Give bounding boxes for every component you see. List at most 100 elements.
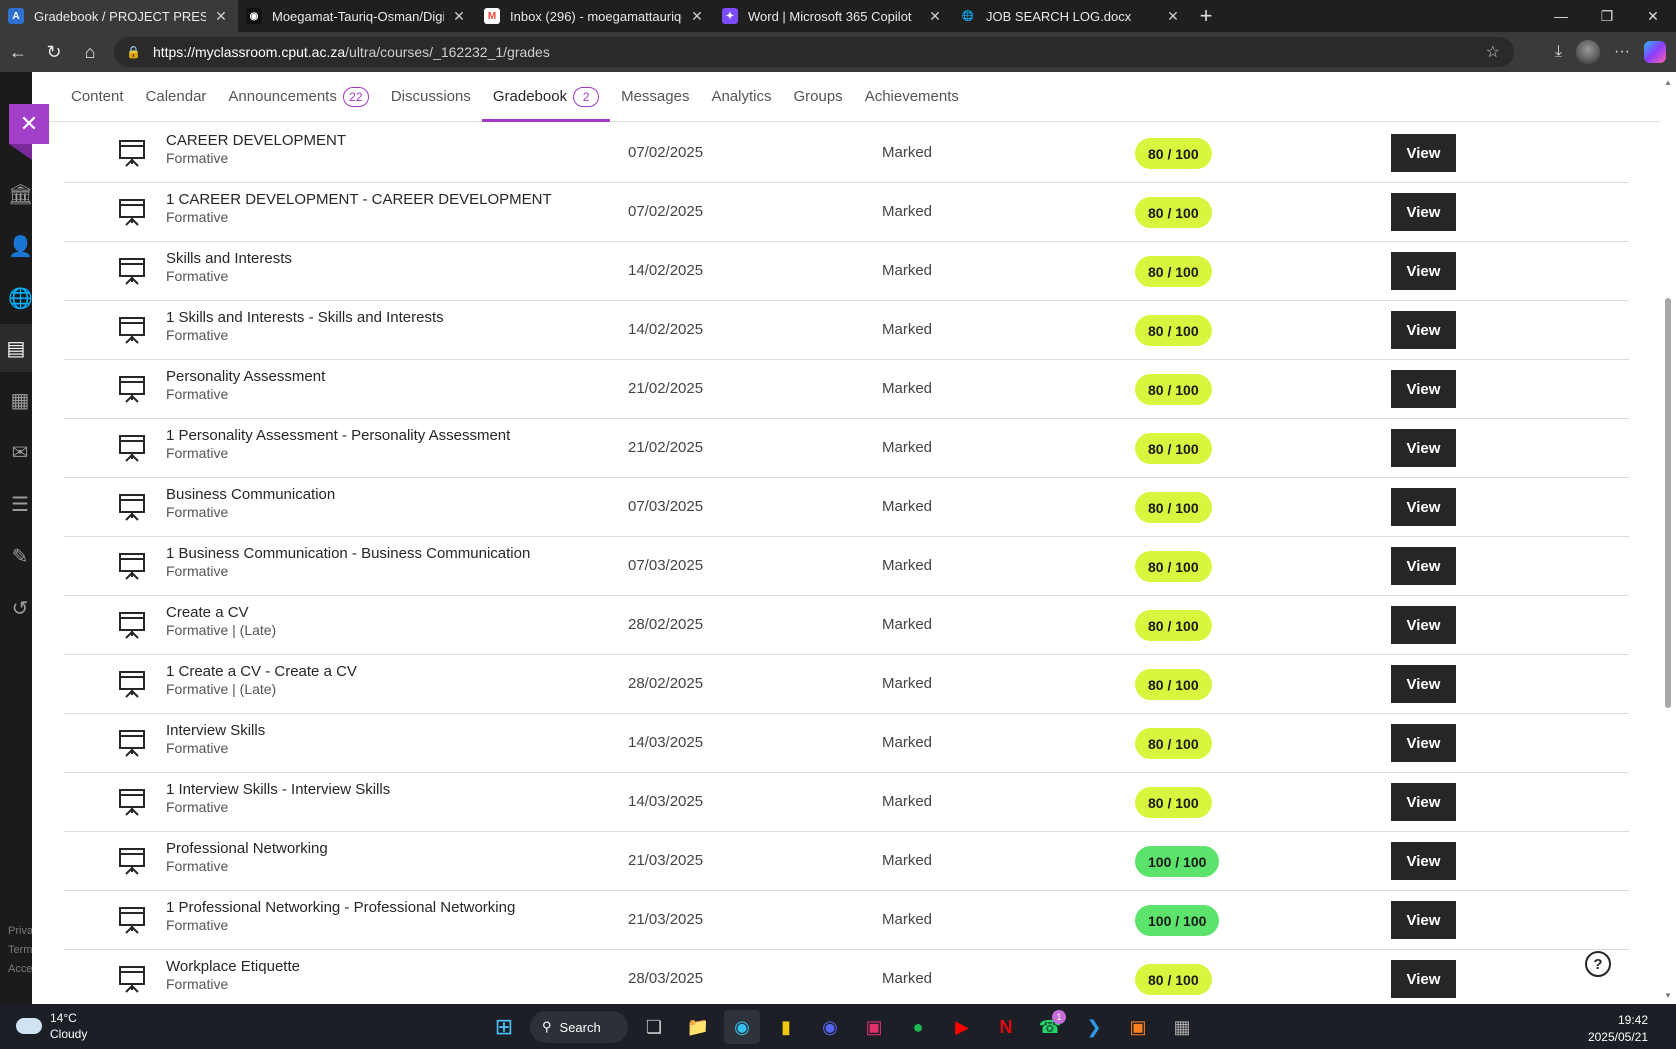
- grades-icon[interactable]: ☰: [8, 492, 32, 517]
- browser-tab[interactable]: ◉ Moegamat-Tauriq-Osman/Digitall ✕: [238, 0, 476, 32]
- close-tab-icon[interactable]: ✕: [688, 8, 706, 25]
- profile-icon[interactable]: 👤: [8, 234, 33, 259]
- tools-icon[interactable]: ✎: [8, 544, 32, 569]
- assessment-name[interactable]: 1 Personality Assessment - Personality A…: [166, 427, 510, 444]
- vscode-icon[interactable]: ❯: [1076, 1010, 1112, 1044]
- browser-tab[interactable]: 🌐 JOB SEARCH LOG.docx ✕: [952, 0, 1190, 32]
- tab-messages[interactable]: Messages: [610, 72, 700, 121]
- favorite-star-icon[interactable]: ☆: [1486, 42, 1500, 62]
- close-tab-icon[interactable]: ✕: [212, 8, 230, 25]
- close-tab-icon[interactable]: ✕: [1164, 8, 1182, 25]
- view-button[interactable]: View: [1391, 724, 1456, 762]
- courses-icon[interactable]: ▤: [0, 324, 32, 372]
- tab-discussions[interactable]: Discussions: [380, 72, 482, 121]
- restore-icon[interactable]: ❐: [1584, 0, 1630, 32]
- institution-icon[interactable]: 🏛: [8, 182, 33, 207]
- assessment-name[interactable]: Professional Networking: [166, 840, 328, 857]
- close-tab-icon[interactable]: ✕: [926, 8, 944, 25]
- sign-out-icon[interactable]: ↺: [8, 596, 32, 621]
- view-button[interactable]: View: [1391, 665, 1456, 703]
- view-button[interactable]: View: [1391, 606, 1456, 644]
- view-button[interactable]: View: [1391, 429, 1456, 467]
- assessment-name[interactable]: 1 Interview Skills - Interview Skills: [166, 781, 390, 798]
- edge-browser-icon[interactable]: ◉: [724, 1010, 760, 1044]
- close-tab-icon[interactable]: ✕: [450, 8, 468, 25]
- presentation-icon: [118, 433, 146, 463]
- discord-icon[interactable]: ◉: [812, 1010, 848, 1044]
- weather-widget[interactable]: 14°C Cloudy: [16, 1010, 87, 1042]
- globe-icon[interactable]: 🌐: [8, 286, 33, 311]
- whatsapp-icon[interactable]: ☎ 1: [1032, 1010, 1068, 1044]
- tab-analytics[interactable]: Analytics: [700, 72, 782, 121]
- rail-footer-link[interactable]: Priva: [8, 922, 33, 941]
- copilot-icon[interactable]: [1644, 41, 1666, 63]
- assessment-name[interactable]: Interview Skills: [166, 722, 265, 739]
- browser-tab[interactable]: A Gradebook / PROJECT PRESENTATI ✕: [0, 0, 238, 32]
- view-button[interactable]: View: [1391, 134, 1456, 172]
- browser-tab[interactable]: M Inbox (296) - moegamattauriqosm ✕: [476, 0, 714, 32]
- assessment-name[interactable]: 1 Create a CV - Create a CV: [166, 663, 357, 680]
- presentation-icon: [118, 197, 146, 227]
- view-button[interactable]: View: [1391, 311, 1456, 349]
- task-view-icon[interactable]: ❏: [636, 1010, 672, 1044]
- taskbar-search[interactable]: ⚲ Search: [530, 1011, 628, 1043]
- minimize-icon[interactable]: —: [1538, 0, 1584, 32]
- power-bi-icon[interactable]: ▮: [768, 1010, 804, 1044]
- view-button[interactable]: View: [1391, 252, 1456, 290]
- refresh-icon[interactable]: ↻: [36, 34, 72, 70]
- spotify-icon[interactable]: ●: [900, 1010, 936, 1044]
- help-icon[interactable]: ?: [1585, 951, 1611, 977]
- intellij-icon[interactable]: ▣: [1120, 1010, 1156, 1044]
- assessment-name[interactable]: Create a CV: [166, 604, 249, 621]
- scroll-down-icon[interactable]: ▼: [1664, 991, 1672, 1000]
- assessment-name[interactable]: 1 CAREER DEVELOPMENT - CAREER DEVELOPMEN…: [166, 191, 552, 208]
- new-tab-icon[interactable]: +: [1190, 3, 1222, 29]
- instagram-icon[interactable]: ▣: [856, 1010, 892, 1044]
- assessment-name[interactable]: Skills and Interests: [166, 250, 292, 267]
- view-button[interactable]: View: [1391, 370, 1456, 408]
- view-button[interactable]: View: [1391, 901, 1456, 939]
- scrollbar[interactable]: ▲ ▼: [1660, 72, 1676, 1004]
- tab-announcements[interactable]: Announcements 22: [217, 72, 379, 121]
- grade-status: Marked: [882, 852, 933, 869]
- tab-content[interactable]: Content: [60, 72, 135, 121]
- address-bar[interactable]: 🔒 https://myclassroom.cput.ac.za/ultra/c…: [114, 37, 1514, 67]
- more-options-icon[interactable]: ···: [1614, 43, 1630, 61]
- tab-groups[interactable]: Groups: [782, 72, 853, 121]
- rail-footer-link[interactable]: Acce: [8, 960, 32, 979]
- view-button[interactable]: View: [1391, 488, 1456, 526]
- scroll-up-icon[interactable]: ▲: [1664, 78, 1672, 87]
- netflix-icon[interactable]: N: [988, 1010, 1024, 1044]
- system-clock[interactable]: 19:42 2025/05/21: [1588, 1012, 1648, 1046]
- calendar-icon[interactable]: ▦: [8, 388, 32, 413]
- windows-start-icon[interactable]: ⊞: [486, 1010, 522, 1044]
- view-button[interactable]: View: [1391, 193, 1456, 231]
- assessment-name[interactable]: Personality Assessment: [166, 368, 325, 385]
- close-window-icon[interactable]: ✕: [1630, 0, 1676, 32]
- view-button[interactable]: View: [1391, 547, 1456, 585]
- browser-tab[interactable]: ✦ Word | Microsoft 365 Copilot ✕: [714, 0, 952, 32]
- file-explorer-icon[interactable]: 📁: [680, 1010, 716, 1044]
- assessment-name[interactable]: Workplace Etiquette: [166, 958, 300, 975]
- view-button[interactable]: View: [1391, 960, 1456, 998]
- tab-gradebook[interactable]: Gradebook 2: [481, 72, 611, 122]
- back-icon[interactable]: ←: [0, 34, 36, 70]
- tab-calendar[interactable]: Calendar: [135, 72, 218, 121]
- assessment-name[interactable]: Business Communication: [166, 486, 335, 503]
- calculator-icon[interactable]: ▦: [1164, 1010, 1200, 1044]
- youtube-icon[interactable]: ▶: [944, 1010, 980, 1044]
- assessment-name[interactable]: 1 Business Communication - Business Comm…: [166, 545, 530, 562]
- profile-avatar[interactable]: [1576, 40, 1601, 64]
- assessment-name[interactable]: 1 Skills and Interests - Skills and Inte…: [166, 309, 444, 326]
- assessment-name[interactable]: 1 Professional Networking - Professional…: [166, 899, 515, 916]
- scrollbar-thumb[interactable]: [1665, 298, 1671, 708]
- tab-achievements[interactable]: Achievements: [854, 72, 970, 121]
- download-icon[interactable]: ⤓: [1555, 43, 1562, 61]
- rail-footer-link[interactable]: Term: [8, 941, 32, 960]
- home-icon[interactable]: ⌂: [72, 34, 108, 70]
- view-button[interactable]: View: [1391, 842, 1456, 880]
- messages-icon[interactable]: ✉: [8, 440, 32, 465]
- view-button[interactable]: View: [1391, 783, 1456, 821]
- assessment-name[interactable]: CAREER DEVELOPMENT: [166, 132, 346, 149]
- close-course-icon[interactable]: ✕: [9, 104, 49, 144]
